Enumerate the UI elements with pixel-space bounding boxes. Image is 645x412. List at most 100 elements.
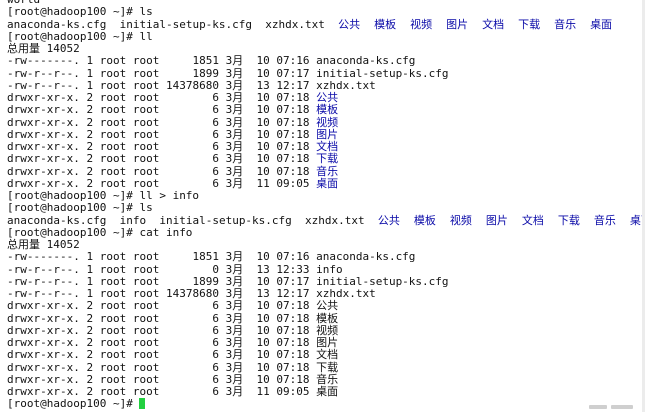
directory-name: 桌面 [590,17,613,31]
file-name: anaconda-ks.cfg [7,213,107,227]
file-size: 0 [165,262,219,276]
link-count: 2 [86,299,94,313]
file-name: 模板 [316,311,339,325]
permissions: drwxr-xr-x. [7,176,80,190]
file-name: xzhdx.txt [316,78,376,92]
file-size: 6 [165,152,219,166]
link-count: 1 [86,66,94,80]
directory-name: 视频 [316,115,339,129]
file-size: 6 [165,140,219,153]
directory-name: 文档 [482,17,505,31]
directory-name: 音乐 [554,17,577,31]
permissions: -rw-r--r--. [7,66,80,80]
group: root [132,78,160,92]
owner: root [99,250,127,264]
group: root [132,250,160,264]
group: root [132,274,160,288]
group: root [132,54,160,68]
link-count: 2 [86,348,94,362]
month: 3月 [225,250,244,264]
permissions: drwxr-xr-x. [7,152,80,166]
group: root [132,103,160,117]
file-size: 1899 [165,66,219,80]
day: 10 [249,250,270,264]
time: 12:17 [276,287,310,300]
file-size: 6 [165,360,219,374]
day: 10 [249,164,270,178]
file-name: 文档 [316,348,339,362]
file-size: 6 [165,115,219,129]
group: root [132,360,160,374]
command-text: ll [139,29,153,43]
shell-prompt: [root@hadoop100 ~]# [7,225,140,239]
owner: root [99,78,127,92]
month: 3月 [225,54,244,68]
text-cursor[interactable] [139,398,146,410]
link-count: 2 [86,115,94,129]
directory-name: 视频 [410,17,433,31]
month: 3月 [225,287,244,300]
time: 12:33 [276,262,310,276]
permissions: drwxr-xr-x. [7,115,80,129]
month: 3月 [225,66,244,80]
day: 10 [249,274,270,288]
directory-name: 下载 [316,152,339,166]
terminal-line: [root@hadoop100 ~]# cat info [7,225,645,239]
day: 13 [249,262,270,276]
file-name: anaconda-ks.cfg [7,17,107,31]
owner: root [99,140,127,153]
directory-name: 桌面 [316,176,339,190]
group: root [132,385,160,398]
month: 3月 [225,140,244,153]
file-name: anaconda-ks.cfg [316,250,416,264]
day: 11 [249,176,270,190]
owner: root [99,66,127,80]
permissions: drwxr-xr-x. [7,348,80,362]
file-name: anaconda-ks.cfg [316,54,416,68]
month: 3月 [225,103,244,117]
permissions: drwxr-xr-x. [7,372,80,386]
file-name: 公共 [316,299,339,313]
terminal-output[interactable]: world[root@hadoop100 ~]# lsanaconda-ks.c… [0,0,645,412]
file-name: initial-setup-ks.cfg [316,274,449,288]
directory-name: 公共 [338,17,361,31]
directory-name: 模板 [316,103,339,117]
link-count: 2 [86,311,94,325]
permissions: -rw-r--r--. [7,78,80,92]
group: root [132,262,160,276]
file-name: xzhdx.txt [305,213,365,227]
day: 10 [249,140,270,153]
month: 3月 [225,152,244,166]
directory-name: 模板 [374,17,397,31]
shell-prompt: [root@hadoop100 ~]# [7,201,140,215]
month: 3月 [225,372,244,386]
time: 07:18 [276,323,310,337]
command-text: cat info [139,225,193,239]
command-text: ls [139,201,153,215]
owner: root [99,348,127,362]
link-count: 2 [86,323,94,337]
directory-name: 公共 [377,213,400,227]
file-size: 6 [165,348,219,362]
day: 10 [249,152,270,166]
link-count: 2 [86,152,94,166]
time: 07:18 [276,360,310,374]
month: 3月 [225,360,244,374]
owner: root [99,311,127,325]
link-count: 2 [86,140,94,153]
output-text: 总用量 14052 [7,42,80,55]
directory-name: 音乐 [316,164,339,178]
permissions: -rw-r--r--. [7,287,80,300]
permissions: -rw-------. [7,250,80,264]
owner: root [99,127,127,141]
shell-prompt: [root@hadoop100 ~]# [7,29,140,43]
time: 09:05 [276,176,310,190]
link-count: 1 [86,250,94,264]
status-indicator [589,404,639,410]
file-name: info [119,213,147,227]
month: 3月 [225,311,244,325]
day: 13 [249,287,270,300]
link-count: 2 [86,372,94,386]
shell-prompt: [root@hadoop100 ~]# [7,189,140,202]
month: 3月 [225,176,244,190]
